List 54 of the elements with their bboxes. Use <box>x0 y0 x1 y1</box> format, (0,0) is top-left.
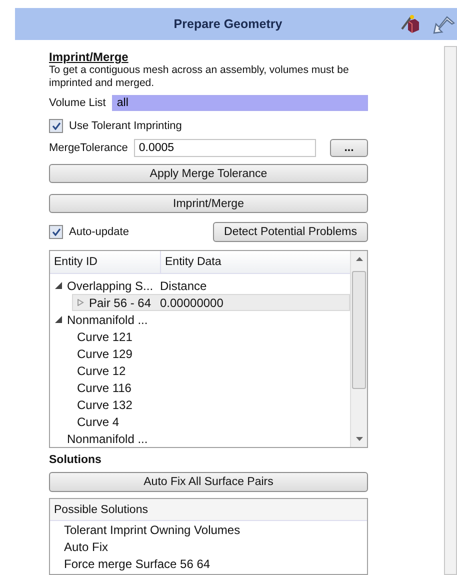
panel-scrollbar[interactable] <box>444 46 457 575</box>
volume-list-label: Volume List <box>49 97 106 109</box>
scroll-up-arrow-icon[interactable] <box>356 257 362 261</box>
tree-row[interactable]: Curve 12 <box>50 362 350 379</box>
column-header[interactable]: Entity Data <box>161 251 340 273</box>
solution-item[interactable]: Auto Fix <box>50 538 367 555</box>
entity-id: Curve 129 <box>77 346 132 360</box>
tree-row[interactable]: Curve 121 <box>50 328 350 345</box>
action-button[interactable]: Imprint/Merge <box>49 194 368 213</box>
expanded-triangle-icon[interactable] <box>55 316 62 323</box>
tree-row[interactable]: Nonmanifold ... <box>50 430 350 447</box>
scroll-down-arrow-icon[interactable] <box>356 437 362 441</box>
entity-data: Distance <box>160 278 207 292</box>
auto-fix-button[interactable]: Auto Fix All Surface Pairs <box>49 472 368 492</box>
entity-id: Overlapping S... <box>67 278 154 292</box>
detect-problems-button[interactable]: Detect Potential Problems <box>213 222 368 242</box>
solution-item[interactable]: Tolerant Imprint Owning Volumes <box>50 521 367 538</box>
solutions-title: Solutions <box>49 454 102 466</box>
cube-wand-icon[interactable] <box>401 14 421 34</box>
entity-id: Curve 116 <box>77 380 132 394</box>
section-description: To get a contiguous mesh across an assembly, volumes must be imprinted and merged. <box>49 64 350 90</box>
entity-id: Curve 12 <box>77 364 126 378</box>
merge-tolerance-label: MergeTolerance <box>49 142 128 154</box>
entity-id: Pair 56 - 64 <box>89 296 152 310</box>
checkmark-icon <box>52 228 60 236</box>
panel-title: Prepare Geometry <box>172 17 284 31</box>
tree-row[interactable]: Curve 4 <box>50 413 350 430</box>
expanded-triangle-icon[interactable] <box>55 282 62 289</box>
checkbox-label: Use Tolerant Imprinting <box>69 120 182 132</box>
tree-row[interactable]: Curve 132 <box>50 396 350 413</box>
tree-row[interactable]: Nonmanifold ... <box>50 311 350 328</box>
tree-row[interactable]: Overlapping S... Distance <box>50 277 350 294</box>
volume-list-field[interactable]: all <box>112 95 368 111</box>
merge-tolerance-field[interactable]: 0.0005 <box>134 139 316 157</box>
tree-row[interactable]: Curve 116 <box>50 379 350 396</box>
column-header[interactable]: Entity ID <box>50 251 161 273</box>
solution-item[interactable]: Force merge Surface 56 64 <box>50 555 367 572</box>
tree-row[interactable]: Curve 129 <box>50 345 350 362</box>
entity-id: Curve 132 <box>77 398 132 412</box>
action-button[interactable]: Apply Merge Tolerance <box>49 164 368 183</box>
browse-button[interactable]: ... <box>330 139 368 157</box>
entity-id: Curve 121 <box>77 330 132 344</box>
checkmark-icon <box>52 122 60 130</box>
checkbox[interactable] <box>49 119 63 133</box>
entity-data: 0.00000000 <box>160 296 224 310</box>
tree-scrollbar[interactable] <box>350 251 367 447</box>
tree-row[interactable]: Pair 56 - 64 0.00000000 <box>72 294 350 311</box>
entity-id: Nonmanifold ... <box>67 432 148 446</box>
checkbox-label: Auto-update <box>69 226 129 238</box>
list-header: Possible Solutions <box>50 499 367 521</box>
entity-id: Nonmanifold ... <box>67 312 148 326</box>
entity-id: Curve 4 <box>77 414 120 428</box>
checkbox[interactable] <box>49 225 63 239</box>
section-title: Imprint/Merge <box>49 50 130 64</box>
